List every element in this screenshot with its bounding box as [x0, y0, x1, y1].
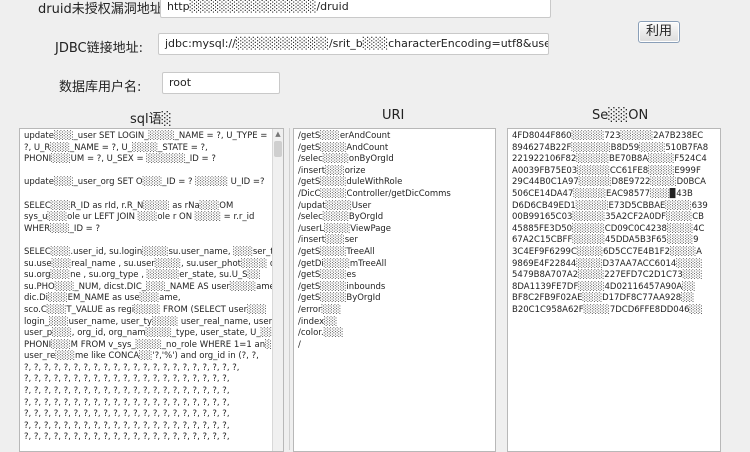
sql-column-header: sql语░ — [130, 112, 172, 127]
session-column-header: Se░░ON — [592, 108, 649, 123]
db-username-label: 数据库用户名: — [59, 80, 142, 95]
sql-text-area[interactable]: update░░░_user SET LOGIN_░░░░_NAME = ?, … — [19, 128, 284, 452]
sql-scrollbar[interactable]: ▲ — [272, 129, 283, 451]
druid-url-input[interactable]: http░░░░░░░░░░░░░░░/druid — [160, 0, 551, 18]
jdbc-url-input[interactable]: jdbc:mysql://░░░░░░░░░░░/srit_b░░░charac… — [158, 33, 549, 55]
session-text-content: 4FD8044F860░░░░░723░░░░░2A7B238EC 894627… — [512, 131, 709, 315]
scroll-up-arrow-icon[interactable]: ▲ — [273, 129, 283, 139]
exploit-button[interactable]: 利用 — [638, 21, 680, 43]
session-text-area[interactable]: 4FD8044F860░░░░░723░░░░░2A7B238EC 894627… — [507, 128, 721, 452]
scrollbar-thumb[interactable] — [274, 141, 282, 157]
druid-url-label: druid未授权漏洞地址: — [38, 2, 168, 17]
uri-column-header: URI — [382, 108, 405, 123]
db-username-input[interactable]: root — [162, 72, 280, 94]
jdbc-url-label: JDBC链接地址: — [55, 41, 143, 56]
column-divider — [289, 128, 290, 450]
uri-text-area[interactable]: /getS░░░erAndCount /getS░░░░AndCount /se… — [293, 128, 496, 452]
uri-text-content: /getS░░░erAndCount /getS░░░░AndCount /se… — [298, 131, 451, 350]
sql-text-content: update░░░_user SET LOGIN_░░░░_NAME = ?, … — [24, 131, 283, 443]
